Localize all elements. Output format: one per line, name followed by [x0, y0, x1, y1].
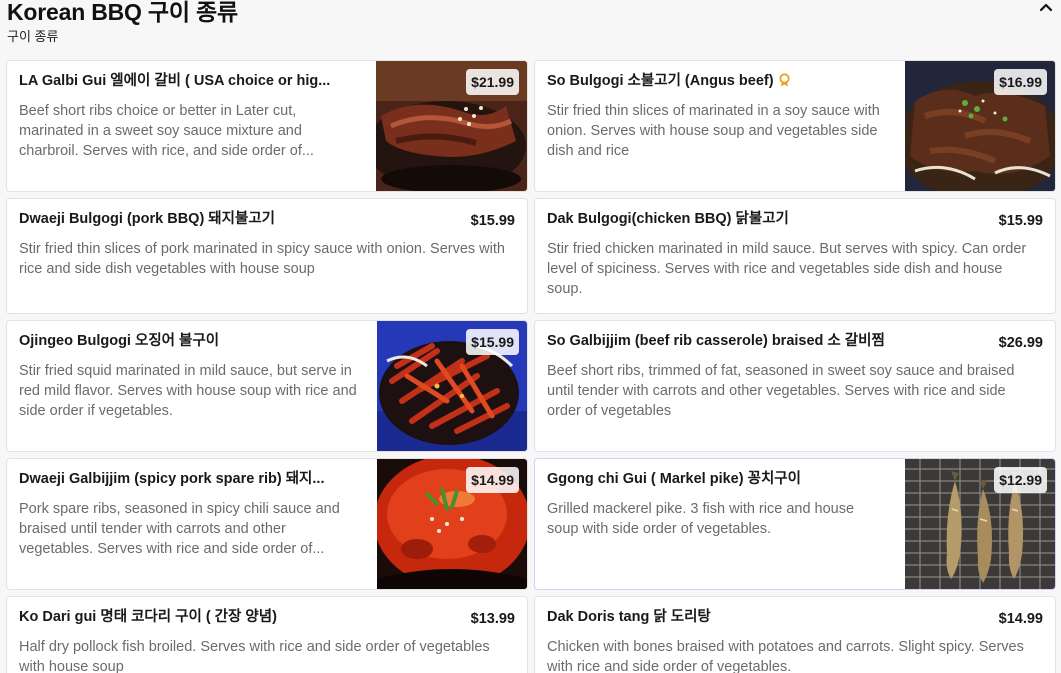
menu-item-price: $15.99: [998, 213, 1043, 229]
menu-item-price: $13.99: [470, 611, 515, 627]
menu-item-description: Stir fried squid marinated in mild sauce…: [19, 363, 357, 419]
menu-item-name: Ko Dari gui 명태 코다리 구이 ( 간장 양념): [19, 609, 277, 625]
menu-item-image: $12.99: [905, 459, 1055, 589]
section-header: Korean BBQ 구이 종류 구이 종류: [7, 0, 1061, 56]
menu-item-name-text: So Bulgogi 소불고기 (Angus beef): [547, 73, 774, 89]
menu-item-card[interactable]: LA Galbi Gui 엘에이 갈비 ( USA choice or hig.…: [6, 60, 528, 192]
menu-item-name: Dak Bulgogi(chicken BBQ) 닭불고기: [547, 211, 789, 227]
menu-item-name: Dwaeji Bulgogi (pork BBQ) 돼지불고기: [19, 211, 276, 227]
price-badge: $14.99: [466, 467, 519, 493]
menu-item-image: $16.99: [905, 61, 1055, 191]
award-ribbon-icon: [778, 73, 791, 92]
chevron-up-icon: [1039, 3, 1053, 12]
menu-item-card[interactable]: Dak Bulgogi(chicken BBQ) 닭불고기 $15.99 Sti…: [534, 198, 1056, 314]
menu-item-image: $14.99: [377, 459, 527, 589]
menu-item-description: Stir fried thin slices of marinated in a…: [547, 103, 880, 159]
menu-item-card[interactable]: Ojingeo Bulgogi 오징어 불구이 Stir fried squid…: [6, 320, 528, 452]
price-badge: $16.99: [994, 69, 1047, 95]
menu-item-description: Stir fried chicken marinated in mild sau…: [547, 241, 1027, 297]
menu-item-description: Stir fried thin slices of pork marinated…: [19, 241, 505, 277]
menu-item-price: $14.99: [998, 611, 1043, 627]
menu-item-card[interactable]: Dwaeji Bulgogi (pork BBQ) 돼지불고기 $15.99 S…: [6, 198, 528, 314]
menu-item-name: Dwaeji Galbijjim (spicy pork spare rib) …: [19, 471, 325, 487]
menu-item-description: Chicken with bones braised with potatoes…: [547, 639, 1024, 673]
collapse-section-button[interactable]: [1035, 0, 1057, 18]
menu-item-description: Half dry pollock fish broiled. Serves wi…: [19, 639, 490, 673]
menu-item-name: So Bulgogi 소불고기 (Angus beef): [547, 72, 887, 92]
menu-item-description: Beef short ribs choice or better in Late…: [19, 103, 314, 159]
menu-item-card[interactable]: So Bulgogi 소불고기 (Angus beef) Stir fried …: [534, 60, 1056, 192]
price-badge: $15.99: [466, 329, 519, 355]
menu-item-description: Pork spare ribs, seasoned in spicy chili…: [19, 501, 340, 557]
menu-item-name: Dak Doris tang 닭 도리탕: [547, 609, 711, 625]
section-subtitle: 구이 종류: [7, 29, 59, 44]
menu-item-name: So Galbijjim (beef rib casserole) braise…: [547, 333, 885, 349]
menu-item-card[interactable]: So Galbijjim (beef rib casserole) braise…: [534, 320, 1056, 452]
menu-item-card[interactable]: Dwaeji Galbijjim (spicy pork spare rib) …: [6, 458, 528, 590]
menu-item-price: $15.99: [470, 213, 515, 229]
menu-item-description: Beef short ribs, trimmed of fat, seasone…: [547, 363, 1015, 419]
menu-item-name: Ojingeo Bulgogi 오징어 불구이: [19, 333, 220, 349]
menu-item-image: $21.99: [376, 61, 527, 191]
price-badge: $21.99: [466, 69, 519, 95]
section-title: Korean BBQ 구이 종류: [7, 0, 238, 25]
menu-item-price: $26.99: [998, 335, 1043, 351]
menu-item-card[interactable]: Ko Dari gui 명태 코다리 구이 ( 간장 양념) $13.99 Ha…: [6, 596, 528, 673]
menu-item-name: Ggong chi Gui ( Markel pike) 꽁치구이: [547, 471, 801, 487]
menu-item-description: Grilled mackerel pike. 3 fish with rice …: [547, 501, 855, 537]
menu-item-image: $15.99: [377, 321, 527, 451]
menu-item-card[interactable]: Ggong chi Gui ( Markel pike) 꽁치구이 Grille…: [534, 458, 1056, 590]
menu-item-name: LA Galbi Gui 엘에이 갈비 ( USA choice or hig.…: [19, 73, 331, 89]
price-badge: $12.99: [994, 467, 1047, 493]
menu-item-card[interactable]: Dak Doris tang 닭 도리탕 $14.99 Chicken with…: [534, 596, 1056, 673]
